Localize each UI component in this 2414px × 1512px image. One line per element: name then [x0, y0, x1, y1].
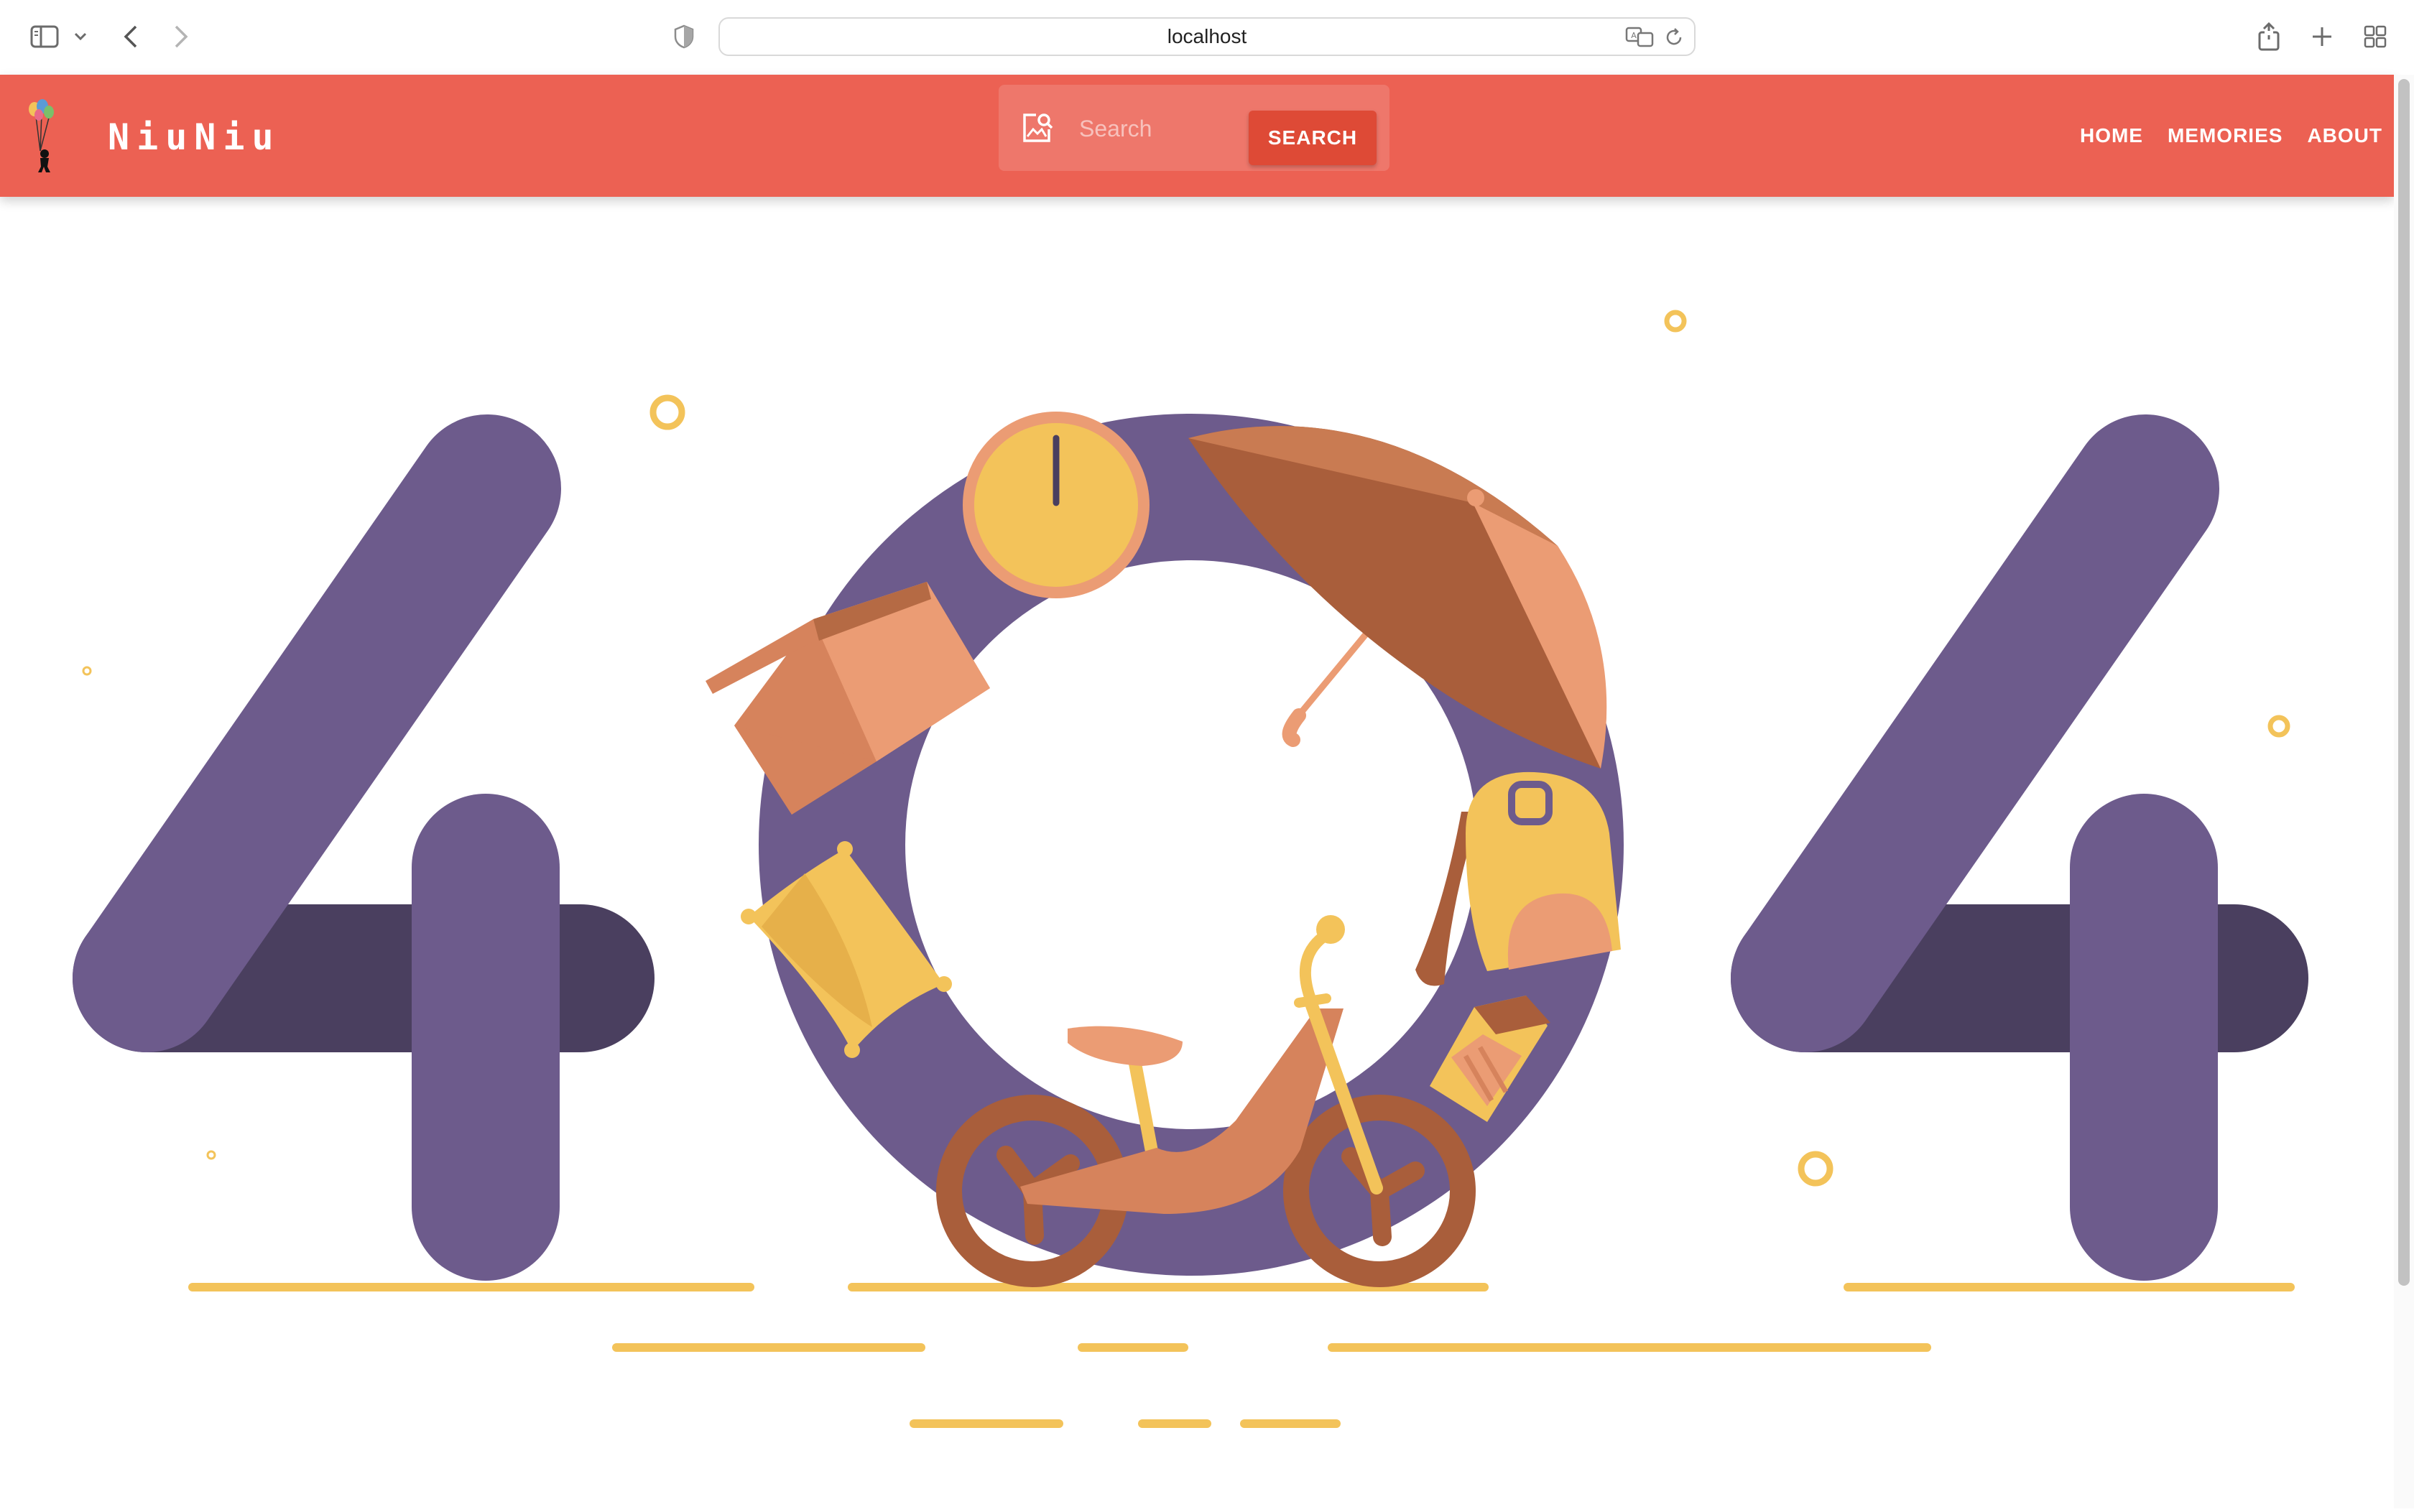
translate-icon[interactable]: A: [1625, 26, 1654, 47]
new-tab-icon[interactable]: [2306, 17, 2338, 56]
main-nav: HOME MEMORIES ABOUT: [2080, 118, 2382, 154]
forward-icon[interactable]: [167, 17, 195, 56]
share-icon[interactable]: [2253, 17, 2285, 56]
search-button[interactable]: SEARCH: [1249, 111, 1377, 165]
scrollbar-thumb[interactable]: [2398, 79, 2410, 1286]
search-input[interactable]: [1078, 106, 1239, 151]
balloon-logo-icon[interactable]: [20, 95, 66, 174]
tab-overview-icon[interactable]: [2359, 17, 2391, 56]
svg-text:A: A: [1631, 31, 1637, 40]
search-bar: SEARCH: [999, 85, 1389, 171]
nav-link-home[interactable]: HOME: [2080, 118, 2143, 154]
digit-four-left: [73, 414, 655, 1281]
browser-toolbar: localhost A: [0, 0, 2414, 75]
nav-link-memories[interactable]: MEMORIES: [2168, 118, 2283, 154]
app-header: NiuNiu SEARCH HOME MEMORIES ABOUT: [0, 75, 2394, 197]
brand-name[interactable]: NiuNiu: [108, 112, 281, 162]
digit-four-right: [1731, 414, 2308, 1281]
not-found-illustration: [0, 197, 2394, 1508]
nav-link-about[interactable]: ABOUT: [2307, 118, 2382, 154]
url-text: localhost: [1167, 25, 1247, 47]
reload-icon[interactable]: [1664, 27, 1684, 47]
privacy-shield-icon[interactable]: [670, 17, 698, 56]
ground-lines: [188, 1283, 2295, 1428]
umbrella-icon: [1188, 426, 1607, 769]
address-bar[interactable]: localhost A: [718, 17, 1696, 56]
back-icon[interactable]: [116, 17, 145, 56]
backpack-icon: [1415, 771, 1621, 986]
image-search-icon: [1020, 111, 1055, 145]
sidebar-toggle-icon[interactable]: [27, 17, 62, 56]
clock-icon: [963, 412, 1150, 598]
chevron-down-icon[interactable]: [70, 17, 91, 56]
